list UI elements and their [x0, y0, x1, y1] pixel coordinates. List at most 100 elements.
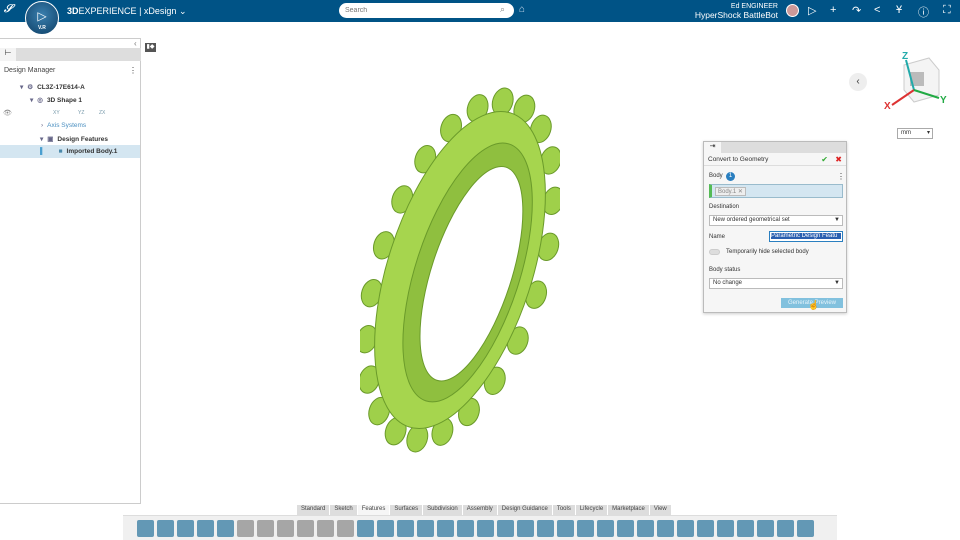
design-manager-panel: [0, 38, 141, 504]
name-input[interactable]: Parametric Design Featu: [769, 231, 843, 242]
tab-standard[interactable]: Standard: [297, 505, 331, 515]
more-icon[interactable]: ⋮: [837, 172, 845, 181]
tab-subdivision[interactable]: Subdivision: [423, 505, 463, 515]
part-icon[interactable]: [157, 519, 174, 537]
tab-design-guidance[interactable]: Design Guidance: [498, 505, 553, 515]
plus-icon[interactable]: +: [830, 4, 836, 16]
cancel-x-icon[interactable]: ✖: [835, 155, 842, 164]
search-icon[interactable]: ⌕: [500, 4, 505, 15]
refresh-icon[interactable]: [237, 519, 254, 537]
plane-yz[interactable]: YZ: [78, 110, 84, 116]
tab-lifecycle[interactable]: Lifecycle: [576, 505, 609, 515]
split-icon[interactable]: [717, 519, 734, 537]
stiffener-icon[interactable]: [697, 519, 714, 537]
tree-item-design-features[interactable]: ▾ ▣ Design Features: [40, 135, 108, 143]
tag-icon[interactable]: ⌂: [519, 4, 525, 15]
hole-icon[interactable]: [657, 519, 674, 537]
expand-icon[interactable]: ▾: [30, 97, 33, 104]
destination-select[interactable]: New ordered geometrical set ▼: [709, 215, 843, 226]
body-icon: ■: [58, 148, 63, 155]
revolve-icon[interactable]: [377, 519, 394, 537]
tab-tools[interactable]: Tools: [553, 505, 576, 515]
pocket-icon[interactable]: [477, 519, 494, 537]
collapse-panel-icon[interactable]: ‹: [134, 39, 137, 48]
pad-icon[interactable]: [457, 519, 474, 537]
extrude-icon[interactable]: [357, 519, 374, 537]
cylinder-icon[interactable]: [537, 519, 554, 537]
thread-icon[interactable]: [437, 519, 454, 537]
hide-body-toggle[interactable]: [709, 249, 720, 255]
dropdown-icon: ▾: [926, 130, 930, 136]
plane-xy[interactable]: XY: [53, 110, 60, 116]
undo-icon[interactable]: [297, 519, 314, 537]
thicken-icon[interactable]: [737, 519, 754, 537]
ok-check-icon[interactable]: ✔: [821, 155, 828, 164]
draft-icon[interactable]: [557, 519, 574, 537]
dialog-tab-icon[interactable]: ⇥: [704, 142, 721, 153]
expand-icon[interactable]: ▾: [20, 84, 23, 91]
tree-item-imported-body[interactable]: ▌ ■ Imported Body.1: [40, 148, 117, 155]
tree-item-axis-systems[interactable]: › Axis Systems: [41, 122, 86, 129]
tab-sketch[interactable]: Sketch: [330, 505, 358, 515]
network-icon[interactable]: <: [874, 4, 880, 16]
tree-item-shape[interactable]: ▾ ◎ 3D Shape 1: [30, 96, 82, 104]
user-info[interactable]: Ed ENGINEER HyperShock BattleBot: [695, 2, 778, 20]
compass[interactable]: ▷ V.R: [25, 1, 59, 35]
settings-icon[interactable]: [277, 519, 294, 537]
brand-rest: EXPERIENCE: [78, 6, 137, 16]
search-input[interactable]: [339, 3, 514, 18]
help-icon[interactable]: [337, 519, 354, 537]
mirror-icon[interactable]: [597, 519, 614, 537]
play-icon[interactable]: ▷: [808, 4, 816, 17]
help-icon[interactable]: ⓘ: [918, 4, 929, 20]
tree-item-part[interactable]: ▾ ⚙ CL3Z-17E614-A: [20, 83, 85, 91]
app-brand[interactable]: 3DEXPERIENCE | xDesign ⌄: [67, 6, 186, 17]
chamfer-icon[interactable]: [637, 519, 654, 537]
home-icon[interactable]: [137, 519, 154, 537]
redo-icon[interactable]: [317, 519, 334, 537]
view-cube[interactable]: Z X Y: [884, 50, 954, 110]
save-as-icon[interactable]: [217, 519, 234, 537]
shell-icon[interactable]: [497, 519, 514, 537]
sweep-icon[interactable]: [397, 519, 414, 537]
view-toggle-icon[interactable]: ▮◆: [145, 43, 156, 52]
ds-logo-icon[interactable]: 𝒮: [4, 3, 13, 16]
tab-surfaces[interactable]: Surfaces: [390, 505, 424, 515]
box-icon[interactable]: [517, 519, 534, 537]
combine-icon[interactable]: [757, 519, 774, 537]
convert-icon[interactable]: [777, 519, 794, 537]
avatar[interactable]: [786, 4, 799, 17]
tab-view[interactable]: View: [650, 505, 672, 515]
chevron-right-icon[interactable]: ›: [41, 122, 43, 129]
save-icon[interactable]: [197, 519, 214, 537]
tab-assembly[interactable]: Assembly: [463, 505, 498, 515]
plane-zx[interactable]: ZX: [99, 110, 105, 116]
loft-icon[interactable]: [417, 519, 434, 537]
pattern-icon[interactable]: [577, 519, 594, 537]
tree-label: Imported Body.1: [66, 148, 118, 155]
convert-to-geometry-dialog: ⇥ Convert to Geometry ✔ ✖ Body 1 ⋮ Body.…: [703, 141, 847, 313]
tree-tab-icon[interactable]: ⊢: [0, 48, 16, 61]
dialog-title: Convert to Geometry: [708, 156, 769, 163]
body-chip[interactable]: Body.1 ✕: [715, 187, 746, 196]
expand-icon[interactable]: ▾: [40, 136, 43, 143]
fillet-icon[interactable]: [617, 519, 634, 537]
tab-features[interactable]: Features: [357, 505, 391, 515]
rib-icon[interactable]: [677, 519, 694, 537]
collapse-icon[interactable]: [797, 519, 814, 537]
back-button[interactable]: ‹: [849, 73, 867, 91]
properties-icon[interactable]: [257, 519, 274, 537]
fullscreen-icon[interactable]: ⛶: [943, 4, 951, 17]
body-status-select[interactable]: No change ▼: [709, 278, 843, 289]
tools-icon[interactable]: Ұ: [896, 4, 902, 16]
unit-select[interactable]: mm ▾: [897, 128, 933, 139]
share-icon[interactable]: ↷: [852, 4, 861, 17]
features-icon: ▣: [47, 136, 54, 143]
body-selection-field[interactable]: Body.1 ✕: [709, 184, 843, 198]
gear-model[interactable]: [360, 80, 560, 465]
tab-marketplace[interactable]: Marketplace: [608, 505, 650, 515]
component-icon[interactable]: [177, 519, 194, 537]
visibility-icon[interactable]: 👁: [3, 109, 12, 117]
axis-y-label: Y: [940, 95, 947, 106]
more-icon[interactable]: ⋮: [129, 66, 137, 75]
